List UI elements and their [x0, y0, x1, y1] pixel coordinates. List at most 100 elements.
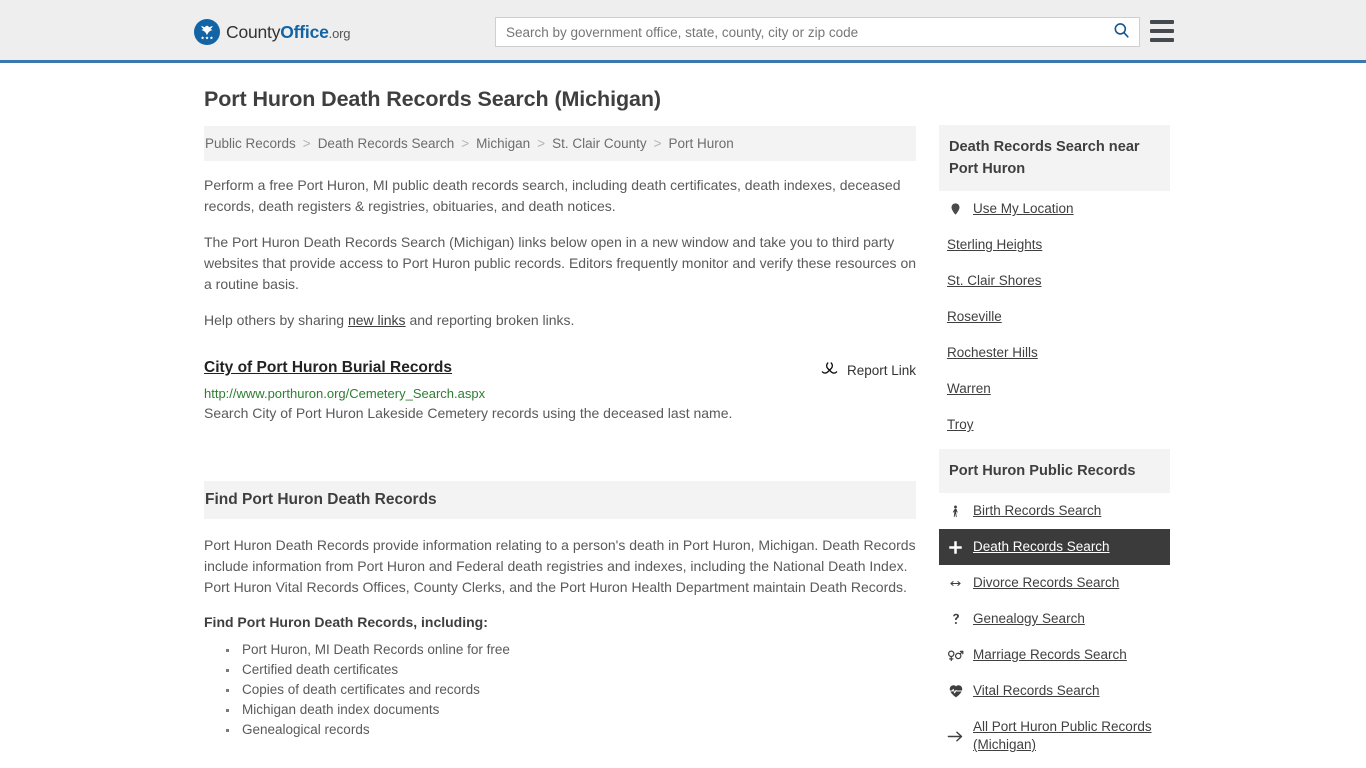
broken-link-icon [821, 360, 838, 380]
logo-text-org: .org [328, 25, 351, 41]
list-item: Vital Records Search [939, 673, 1170, 709]
sidebar-item-label: Vital Records Search [973, 683, 1100, 698]
sidebar-item-label: All Port Huron Public Records (Michigan) [973, 719, 1152, 752]
list-item: Genealogy Search [939, 601, 1170, 637]
public-records-header: Port Huron Public Records [939, 449, 1170, 493]
search-button[interactable] [1103, 18, 1139, 46]
sidebar-item-divorce-records-search[interactable]: Divorce Records Search [939, 565, 1170, 601]
sidebar-item-label: Genealogy Search [973, 611, 1085, 626]
cross-icon [947, 540, 964, 555]
sidebar-item-label: Rochester Hills [947, 345, 1038, 360]
public-records-box: Port Huron Public Records Birth Records … [939, 449, 1170, 763]
sidebar: Death Records Search near Port Huron Use… [939, 125, 1170, 768]
list-item: Death Records Search [939, 529, 1170, 565]
help-others-line: Help others by sharing new links and rep… [204, 310, 916, 331]
hamburger-menu-icon[interactable] [1150, 20, 1174, 42]
breadcrumb-separator: > [537, 136, 546, 151]
hamburger-bar [1150, 20, 1174, 24]
breadcrumb-item-death-records-search[interactable]: Death Records Search [318, 136, 455, 151]
site-logo[interactable]: CountyOffice.org [194, 19, 350, 45]
help-text-before: Help others by sharing [204, 312, 348, 328]
list-item: Rochester Hills [939, 335, 1170, 371]
report-link-label: Report Link [846, 362, 916, 378]
sidebar-item-sterling-heights[interactable]: Sterling Heights [939, 227, 1170, 263]
search-input[interactable] [496, 18, 1103, 46]
map-pin-icon [947, 201, 964, 217]
sidebar-item-death-records-search[interactable]: Death Records Search [939, 529, 1170, 565]
find-records-paragraph: Port Huron Death Records provide informa… [204, 537, 916, 595]
breadcrumb-item-port-huron[interactable]: Port Huron [669, 136, 734, 151]
nearby-searches-header: Death Records Search near Port Huron [939, 125, 1170, 191]
gender-symbols-icon [947, 648, 964, 662]
site-header: CountyOffice.org [0, 0, 1366, 63]
sidebar-item-label: Marriage Records Search [973, 647, 1127, 662]
sidebar-item-label: Use My Location [973, 201, 1074, 216]
question-mark-icon [947, 611, 964, 627]
sidebar-item-use-my-location[interactable]: Use My Location [939, 191, 1170, 227]
breadcrumb-item-st-clair-county[interactable]: St. Clair County [552, 136, 647, 151]
sidebar-item-warren[interactable]: Warren [939, 371, 1170, 407]
sidebar-item-label: Roseville [947, 309, 1002, 324]
list-item: St. Clair Shores [939, 263, 1170, 299]
sidebar-item-label: Sterling Heights [947, 237, 1043, 252]
sidebar-item-marriage-records-search[interactable]: Marriage Records Search [939, 637, 1170, 673]
list-item: Troy [939, 407, 1170, 443]
result-item: City of Port Huron Burial Records Report… [204, 359, 916, 423]
sidebar-item-troy[interactable]: Troy [939, 407, 1170, 443]
arrow-right-icon [947, 730, 964, 743]
sidebar-item-genealogy-search[interactable]: Genealogy Search [939, 601, 1170, 637]
list-item: Michigan death index documents [226, 700, 916, 720]
logo-wordmark: CountyOffice.org [226, 22, 350, 43]
intro-paragraph-2: The Port Huron Death Records Search (Mic… [204, 234, 917, 292]
intro-paragraph-1: Perform a free Port Huron, MI public dea… [204, 177, 901, 214]
find-records-sub-heading: Find Port Huron Death Records, including… [204, 614, 488, 630]
list-item: Marriage Records Search [939, 637, 1170, 673]
report-link-button[interactable]: Report Link [821, 360, 916, 380]
sidebar-item-label: Birth Records Search [973, 503, 1102, 518]
breadcrumb-item-public-records[interactable]: Public Records [205, 136, 296, 151]
list-item: All Port Huron Public Records (Michigan) [939, 709, 1170, 763]
heartbeat-icon [947, 684, 964, 698]
result-header: City of Port Huron Burial Records Report… [204, 359, 916, 380]
sidebar-item-label: Death Records Search [973, 539, 1110, 554]
logo-text-office: Office [280, 21, 329, 42]
sidebar-item-rochester-hills[interactable]: Rochester Hills [939, 335, 1170, 371]
public-records-list: Birth Records Search Death Records Searc… [939, 493, 1170, 763]
child-icon [947, 504, 964, 519]
sidebar-item-birth-records-search[interactable]: Birth Records Search [939, 493, 1170, 529]
list-item: Birth Records Search [939, 493, 1170, 529]
list-item: Copies of death certificates and records [226, 680, 916, 700]
arrows-split-icon [947, 577, 964, 590]
list-item: Warren [939, 371, 1170, 407]
find-records-section-header: Find Port Huron Death Records [204, 481, 916, 519]
list-item: Sterling Heights [939, 227, 1170, 263]
list-item: Genealogical records [226, 720, 916, 740]
breadcrumb-item-michigan[interactable]: Michigan [476, 136, 530, 151]
hamburger-bar [1150, 29, 1174, 33]
sidebar-item-all-public-records[interactable]: All Port Huron Public Records (Michigan) [939, 709, 1170, 763]
page-title: Port Huron Death Records Search (Michiga… [204, 87, 661, 111]
list-item: Use My Location [939, 191, 1170, 227]
list-item: Port Huron, MI Death Records online for … [226, 640, 916, 660]
search-bar[interactable] [495, 17, 1140, 47]
sidebar-item-st-clair-shores[interactable]: St. Clair Shores [939, 263, 1170, 299]
sidebar-item-roseville[interactable]: Roseville [939, 299, 1170, 335]
list-item: Divorce Records Search [939, 565, 1170, 601]
new-links-link[interactable]: new links [348, 312, 406, 328]
breadcrumb: Public Records > Death Records Search > … [204, 126, 916, 161]
sidebar-item-vital-records-search[interactable]: Vital Records Search [939, 673, 1170, 709]
breadcrumb-separator: > [302, 136, 311, 151]
list-item: Roseville [939, 299, 1170, 335]
eagle-seal-icon [194, 19, 220, 45]
help-text-after: and reporting broken links. [405, 312, 575, 328]
list-item: Certified death certificates [226, 660, 916, 680]
hamburger-bar [1150, 38, 1174, 42]
sidebar-item-label: Warren [947, 381, 991, 396]
breadcrumb-separator: > [653, 136, 662, 151]
result-title-link[interactable]: City of Port Huron Burial Records [204, 359, 452, 377]
nearby-searches-box: Death Records Search near Port Huron Use… [939, 125, 1170, 443]
breadcrumb-separator: > [461, 136, 470, 151]
nearby-searches-heading: Death Records Search near Port Huron [949, 139, 1140, 177]
logo-text-county: County [226, 21, 281, 42]
search-icon [1112, 21, 1131, 43]
